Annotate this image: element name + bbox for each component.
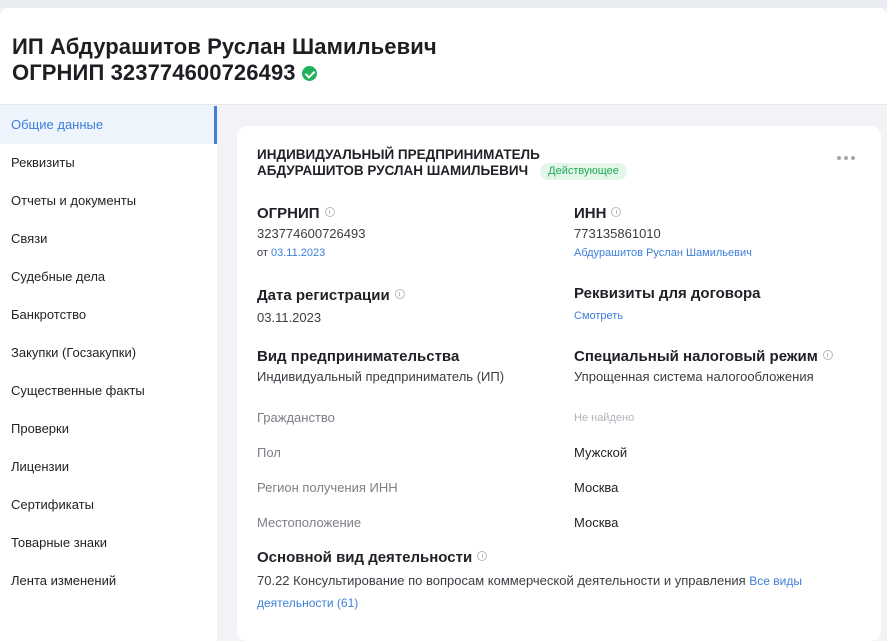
citizenship-label: Гражданство bbox=[257, 410, 335, 425]
inn-region-value: Москва bbox=[574, 480, 619, 495]
inn-label: ИНН bbox=[574, 205, 607, 222]
location-value: Москва bbox=[574, 515, 619, 530]
info-icon[interactable] bbox=[394, 289, 405, 299]
contract-details-link[interactable]: Смотреть bbox=[574, 309, 760, 323]
company-ogrnip: ОГРНИП 323774600726493 bbox=[12, 60, 437, 86]
page-title: ИП Абдурашитов Руслан Шамильевич ОГРНИП … bbox=[12, 34, 437, 86]
registration-field: Дата регистрации 03.11.2023 bbox=[257, 287, 405, 326]
company-name: ИП Абдурашитов Руслан Шамильевич bbox=[12, 34, 437, 59]
inn-label-row: ИНН bbox=[574, 205, 752, 223]
more-options-icon[interactable] bbox=[837, 154, 855, 162]
main-activity-value: 70.22 Консультирование по вопросам комме… bbox=[257, 573, 746, 588]
sidebar-item-certificates[interactable]: Сертификаты bbox=[0, 486, 217, 524]
location-label-cell: Местоположение bbox=[257, 515, 361, 531]
tax-regime-value: Упрощенная система налогообложения bbox=[574, 369, 814, 384]
ogrnip-label-row: ОГРНИП bbox=[257, 205, 365, 223]
main-activity-label-row: Основной вид деятельности bbox=[257, 549, 847, 567]
sidebar-item-connections[interactable]: Связи bbox=[0, 220, 217, 258]
location-label: Местоположение bbox=[257, 515, 362, 530]
tax-regime-field: Специальный налоговый режим Упрощенная с… bbox=[574, 348, 833, 385]
gender-label: Пол bbox=[257, 445, 281, 460]
sidebar-item-inspections[interactable]: Проверки bbox=[0, 410, 217, 448]
sidebar-item-reports[interactable]: Отчеты и документы bbox=[0, 182, 217, 220]
info-icon[interactable] bbox=[611, 207, 622, 217]
info-icon[interactable] bbox=[324, 207, 335, 217]
citizenship-value: Не найдено bbox=[574, 412, 635, 424]
gender-label-cell: Пол bbox=[257, 445, 281, 461]
verified-check-icon bbox=[301, 66, 317, 81]
page-header: ИП Абдурашитов Руслан Шамильевич ОГРНИП … bbox=[0, 8, 887, 105]
contract-details-field: Реквизиты для договора Смотреть bbox=[574, 285, 760, 323]
org-full-name: ИНДИВИДУАЛЬНЫЙ ПРЕДПРИНИМАТЕЛЬ АБДУРАШИТ… bbox=[257, 147, 677, 180]
business-type-value: Индивидуальный предприниматель (ИП) bbox=[257, 369, 505, 384]
sidebar-item-bankruptcy[interactable]: Банкротство bbox=[0, 296, 217, 334]
ogrnip-title: ОГРНИП 323774600726493 bbox=[12, 60, 296, 85]
status-badge: Действующее bbox=[540, 163, 627, 180]
registration-label-row: Дата регистрации bbox=[257, 287, 405, 305]
sidebar: Общие данные Реквизиты Отчеты и документ… bbox=[0, 106, 217, 641]
sidebar-item-change-feed[interactable]: Лента изменений bbox=[0, 562, 217, 600]
org-name-line2-text: АБДУРАШИТОВ РУСЛАН ШАМИЛЬЕВИЧ bbox=[257, 163, 529, 178]
inn-value: 773135861010 bbox=[574, 226, 661, 241]
tax-regime-label: Специальный налоговый режим bbox=[574, 348, 818, 365]
org-name-line2: АБДУРАШИТОВ РУСЛАН ШАМИЛЬЕВИЧ Действующее bbox=[257, 163, 677, 180]
main-activity-field: Основной вид деятельности 70.22 Консульт… bbox=[257, 549, 847, 614]
gender-value-cell: Мужской bbox=[574, 445, 627, 461]
ogrnip-value: 323774600726493 bbox=[257, 226, 366, 241]
registration-label: Дата регистрации bbox=[257, 287, 390, 304]
inn-owner-link[interactable]: Абдурашитов Руслан Шамильевич bbox=[574, 246, 752, 260]
main-content: ИНДИВИДУАЛЬНЫЙ ПРЕДПРИНИМАТЕЛЬ АБДУРАШИТ… bbox=[217, 106, 887, 641]
ogrnip-date-prefix: от bbox=[257, 247, 268, 259]
ogrnip-date-row: от 03.11.2023 bbox=[257, 246, 365, 260]
sidebar-item-material-facts[interactable]: Существенные факты bbox=[0, 372, 217, 410]
inn-region-label-cell: Регион получения ИНН bbox=[257, 480, 398, 496]
inn-region-label: Регион получения ИНН bbox=[257, 480, 398, 495]
sidebar-item-court-cases[interactable]: Судебные дела bbox=[0, 258, 217, 296]
citizenship-label-cell: Гражданство bbox=[257, 410, 335, 426]
sidebar-item-trademarks[interactable]: Товарные знаки bbox=[0, 524, 217, 562]
sidebar-item-requisites[interactable]: Реквизиты bbox=[0, 144, 217, 182]
main-activity-label: Основной вид деятельности bbox=[257, 549, 473, 566]
registration-value: 03.11.2023 bbox=[257, 310, 322, 325]
sidebar-item-licenses[interactable]: Лицензии bbox=[0, 448, 217, 486]
ogrnip-label: ОГРНИП bbox=[257, 205, 320, 222]
sidebar-item-procurement[interactable]: Закупки (Госзакупки) bbox=[0, 334, 217, 372]
business-type-label: Вид предпринимательства bbox=[257, 348, 460, 365]
citizenship-value-cell: Не найдено bbox=[574, 411, 634, 425]
location-value-cell: Москва bbox=[574, 515, 618, 531]
main-activity-text: 70.22 Консультирование по вопросам комме… bbox=[257, 570, 847, 614]
business-type-field: Вид предпринимательства Индивидуальный п… bbox=[257, 348, 504, 385]
sidebar-item-general[interactable]: Общие данные bbox=[0, 106, 217, 144]
info-icon[interactable] bbox=[822, 350, 833, 360]
contract-details-label: Реквизиты для договора bbox=[574, 285, 761, 302]
ogrnip-date-link[interactable]: 03.11.2023 bbox=[271, 247, 325, 259]
tax-regime-label-row: Специальный налоговый режим bbox=[574, 348, 833, 366]
info-icon[interactable] bbox=[477, 551, 488, 561]
top-strip bbox=[0, 0, 887, 8]
inn-field: ИНН 773135861010 Абдурашитов Руслан Шами… bbox=[574, 205, 752, 260]
gender-value: Мужской bbox=[574, 445, 628, 460]
ogrnip-field: ОГРНИП 323774600726493 от 03.11.2023 bbox=[257, 205, 365, 260]
org-name-line1: ИНДИВИДУАЛЬНЫЙ ПРЕДПРИНИМАТЕЛЬ bbox=[257, 147, 540, 162]
general-info-card: ИНДИВИДУАЛЬНЫЙ ПРЕДПРИНИМАТЕЛЬ АБДУРАШИТ… bbox=[237, 126, 881, 641]
inn-region-value-cell: Москва bbox=[574, 480, 618, 496]
